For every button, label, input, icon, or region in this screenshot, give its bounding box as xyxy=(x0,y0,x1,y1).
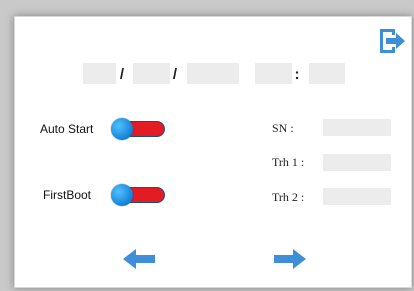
sn-field[interactable] xyxy=(323,119,391,136)
arrow-left-icon xyxy=(123,249,155,269)
date-separator: / xyxy=(119,66,125,83)
trh2-field[interactable] xyxy=(323,188,391,205)
time-separator: : xyxy=(294,66,300,83)
auto-start-toggle[interactable] xyxy=(111,118,165,140)
arrow-right-icon xyxy=(274,249,306,269)
previous-button[interactable] xyxy=(122,248,156,270)
first-boot-toggle[interactable] xyxy=(111,184,165,206)
day-field[interactable] xyxy=(83,63,116,84)
auto-start-label: Auto Start xyxy=(40,122,94,136)
toggle-knob xyxy=(111,184,133,206)
date-separator: / xyxy=(172,66,178,83)
settings-panel: / / : Auto Start FirstBoot SN : Trh 1 : … xyxy=(14,16,412,288)
sn-label: SN : xyxy=(272,121,294,135)
exit-icon xyxy=(380,29,405,53)
hour-field[interactable] xyxy=(255,63,292,84)
year-field[interactable] xyxy=(187,63,239,84)
first-boot-label: FirstBoot xyxy=(43,188,92,202)
next-button[interactable] xyxy=(273,248,307,270)
minute-field[interactable] xyxy=(309,63,345,84)
trh2-label: Trh 2 : xyxy=(272,190,305,204)
trh1-label: Trh 1 : xyxy=(272,155,305,169)
month-field[interactable] xyxy=(133,63,170,84)
toggle-knob xyxy=(111,118,133,140)
exit-button[interactable] xyxy=(376,26,406,56)
trh1-field[interactable] xyxy=(323,154,391,171)
